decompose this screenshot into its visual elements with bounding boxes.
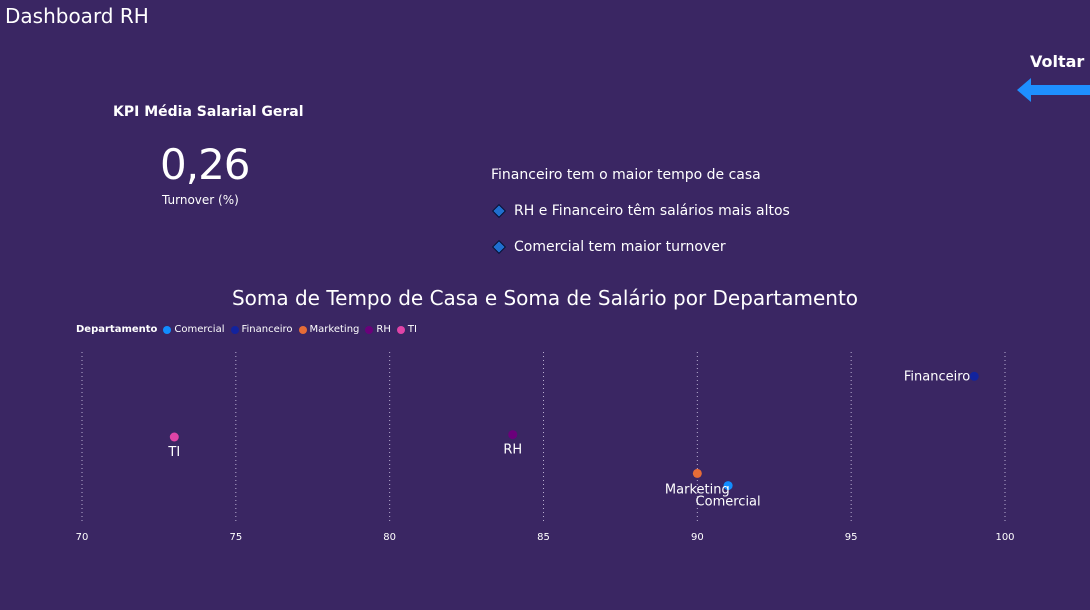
chart-legend: Departamento Comercial Financeiro Market… xyxy=(76,324,423,335)
legend-item-marketing[interactable]: Marketing xyxy=(298,324,360,335)
page-title: Dashboard RH xyxy=(5,4,149,28)
scatter-chart: 70 75 80 85 90 95 100ComercialFinanceiroMarket… xyxy=(76,352,1015,543)
legend-item-financeiro[interactable]: Financeiro xyxy=(230,324,293,335)
x-tick-label: 100 xyxy=(995,532,1014,543)
data-point-ti[interactable] xyxy=(169,432,179,442)
insight-item: Comercial tem maior turnover xyxy=(491,239,726,255)
legend-dot-icon xyxy=(163,325,172,334)
legend-label: TI xyxy=(407,324,417,335)
x-tick-label: 95 xyxy=(845,532,858,543)
insight-item: RH e Financeiro têm salários mais altos xyxy=(491,203,790,219)
diamond-bullet-icon xyxy=(491,203,507,219)
legend-item-comercial[interactable]: Comercial xyxy=(163,324,225,335)
data-label-financeiro: Financeiro xyxy=(904,369,970,384)
x-tick-label: 80 xyxy=(383,532,396,543)
legend-label: Marketing xyxy=(309,324,360,335)
legend-label: Financeiro xyxy=(241,324,293,335)
data-label-rh: RH xyxy=(503,443,522,458)
data-point-marketing[interactable] xyxy=(692,468,702,478)
kpi-title: KPI Média Salarial Geral xyxy=(113,104,304,120)
insight-heading: Financeiro tem o maior tempo de casa xyxy=(491,167,761,183)
legend-label: Comercial xyxy=(174,324,225,335)
legend-item-rh[interactable]: RH xyxy=(365,324,391,335)
diamond-bullet-icon xyxy=(491,239,507,255)
data-label-ti: TI xyxy=(167,445,180,460)
x-tick-label: 70 xyxy=(76,532,89,543)
legend-dot-icon xyxy=(365,325,374,334)
legend-dot-icon xyxy=(396,325,405,334)
legend-title: Departamento xyxy=(76,324,158,335)
back-button-label[interactable]: Voltar xyxy=(1030,52,1084,71)
x-tick-label: 90 xyxy=(691,532,704,543)
legend-dot-icon xyxy=(298,325,307,334)
x-tick-label: 75 xyxy=(229,532,242,543)
x-tick-label: 85 xyxy=(537,532,550,543)
data-label-marketing: Marketing xyxy=(665,482,730,497)
legend-label: RH xyxy=(376,324,391,335)
chart-title: Soma de Tempo de Casa e Soma de Salário … xyxy=(231,286,859,310)
legend-item-ti[interactable]: TI xyxy=(396,324,417,335)
back-arrow-icon[interactable] xyxy=(1017,76,1090,104)
kpi-value: 0,26 xyxy=(160,140,251,189)
kpi-subtitle: Turnover (%) xyxy=(162,193,239,207)
insight-text: Comercial tem maior turnover xyxy=(514,239,726,255)
data-point-rh[interactable] xyxy=(508,430,518,440)
data-point-financeiro[interactable] xyxy=(969,371,979,381)
insight-text: RH e Financeiro têm salários mais altos xyxy=(514,203,790,219)
legend-dot-icon xyxy=(230,325,239,334)
